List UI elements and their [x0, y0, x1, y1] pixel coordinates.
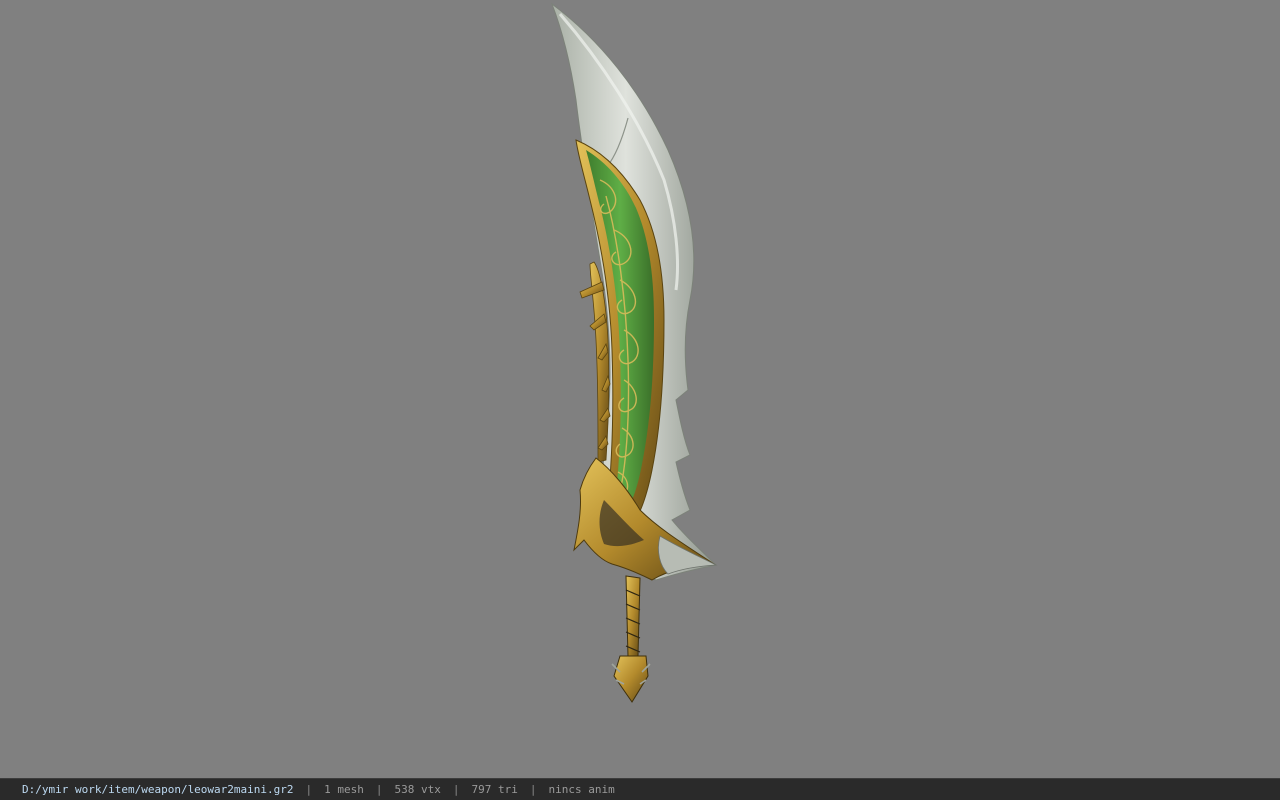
status-bar: D:/ymir work/item/weapon/leowar2maini.gr…	[0, 778, 1280, 800]
separator: |	[375, 783, 383, 796]
model-viewport[interactable]	[0, 0, 1280, 778]
pommel	[613, 655, 649, 703]
grip	[625, 575, 641, 657]
vertex-count-text: 538 vtx	[394, 783, 441, 796]
animation-status-text: nincs anim	[548, 783, 615, 796]
mesh-count-text: 1 mesh	[324, 783, 364, 796]
separator: |	[529, 783, 537, 796]
separator: |	[305, 783, 313, 796]
triangle-count-text: 797 tri	[471, 783, 518, 796]
separator: |	[452, 783, 460, 796]
sword-model-icon[interactable]	[0, 0, 1280, 778]
file-path-text: D:/ymir work/item/weapon/leowar2maini.gr…	[22, 783, 294, 796]
